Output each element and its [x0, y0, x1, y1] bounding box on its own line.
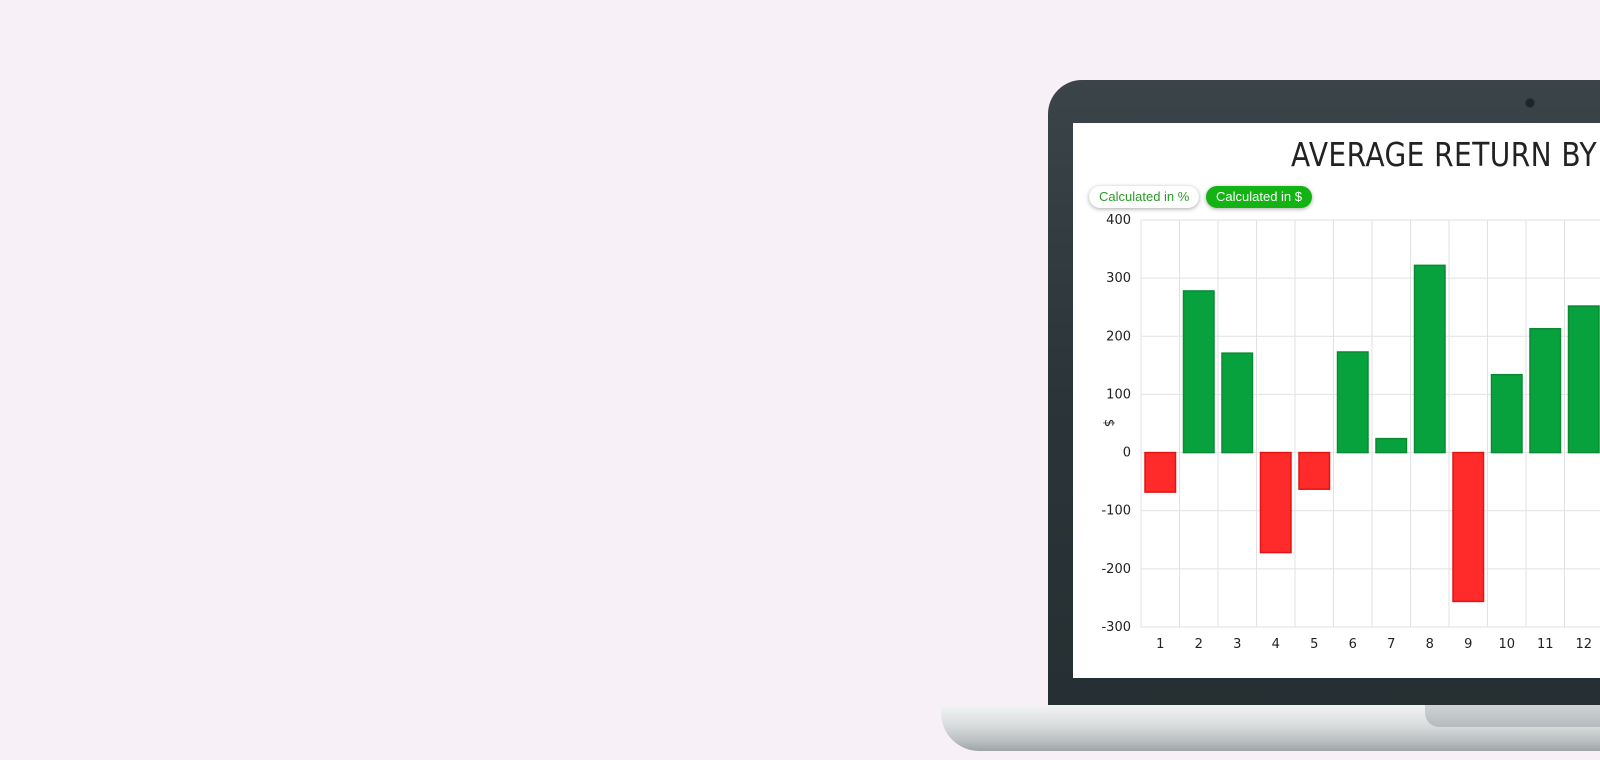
bar-4 — [1259, 451, 1292, 554]
marketing-banner: AVERAGE RETURN BY TRA Calculated in % Ca… — [0, 0, 1600, 760]
bar-12 — [1567, 305, 1600, 454]
bar-3 — [1221, 352, 1254, 454]
x-tick-label: 9 — [1464, 637, 1472, 652]
bar-5 — [1298, 451, 1331, 490]
x-tick-label: 10 — [1498, 637, 1515, 652]
x-axis-ticks: 1 2 3 4 5 6 7 8 9 10 11 12 — [1156, 637, 1592, 652]
bar-2 — [1182, 290, 1215, 454]
y-tick-label: 200 — [1106, 329, 1131, 344]
y-tick-label: 0 — [1123, 446, 1131, 461]
x-tick-label: 12 — [1575, 637, 1592, 652]
bar-10 — [1490, 373, 1523, 454]
y-axis-label: $ — [1101, 419, 1116, 427]
y-tick-label: -300 — [1101, 620, 1131, 635]
laptop-base-notch — [1425, 705, 1600, 727]
bar-11 — [1529, 327, 1562, 454]
x-tick-label: 1 — [1156, 637, 1164, 652]
bar-chart: 4003002001000-100-200-300 1 2 3 4 5 6 7 8 9 10 11 1… — [1101, 213, 1600, 652]
x-tick-label: 3 — [1233, 637, 1241, 652]
x-tick-label: 4 — [1272, 637, 1280, 652]
y-tick-label: 400 — [1106, 213, 1131, 228]
x-tick-label: 11 — [1537, 637, 1554, 652]
bar-7 — [1375, 437, 1408, 454]
y-tick-label: -100 — [1101, 504, 1131, 519]
x-tick-label: 2 — [1195, 637, 1203, 652]
y-tick-label: 300 — [1106, 271, 1131, 286]
x-tick-label: 7 — [1387, 637, 1395, 652]
x-tick-label: 5 — [1310, 637, 1318, 652]
x-tick-label: 6 — [1349, 637, 1357, 652]
bar-6 — [1336, 351, 1369, 454]
bar-1 — [1144, 451, 1177, 493]
y-tick-label: -200 — [1101, 562, 1131, 577]
bar-8 — [1413, 264, 1446, 454]
camera-icon — [1525, 98, 1535, 108]
laptop-screen: AVERAGE RETURN BY TRA Calculated in % Ca… — [1073, 123, 1600, 678]
y-tick-label: 100 — [1106, 387, 1131, 402]
x-tick-label: 8 — [1426, 637, 1434, 652]
bar-9 — [1452, 451, 1485, 603]
